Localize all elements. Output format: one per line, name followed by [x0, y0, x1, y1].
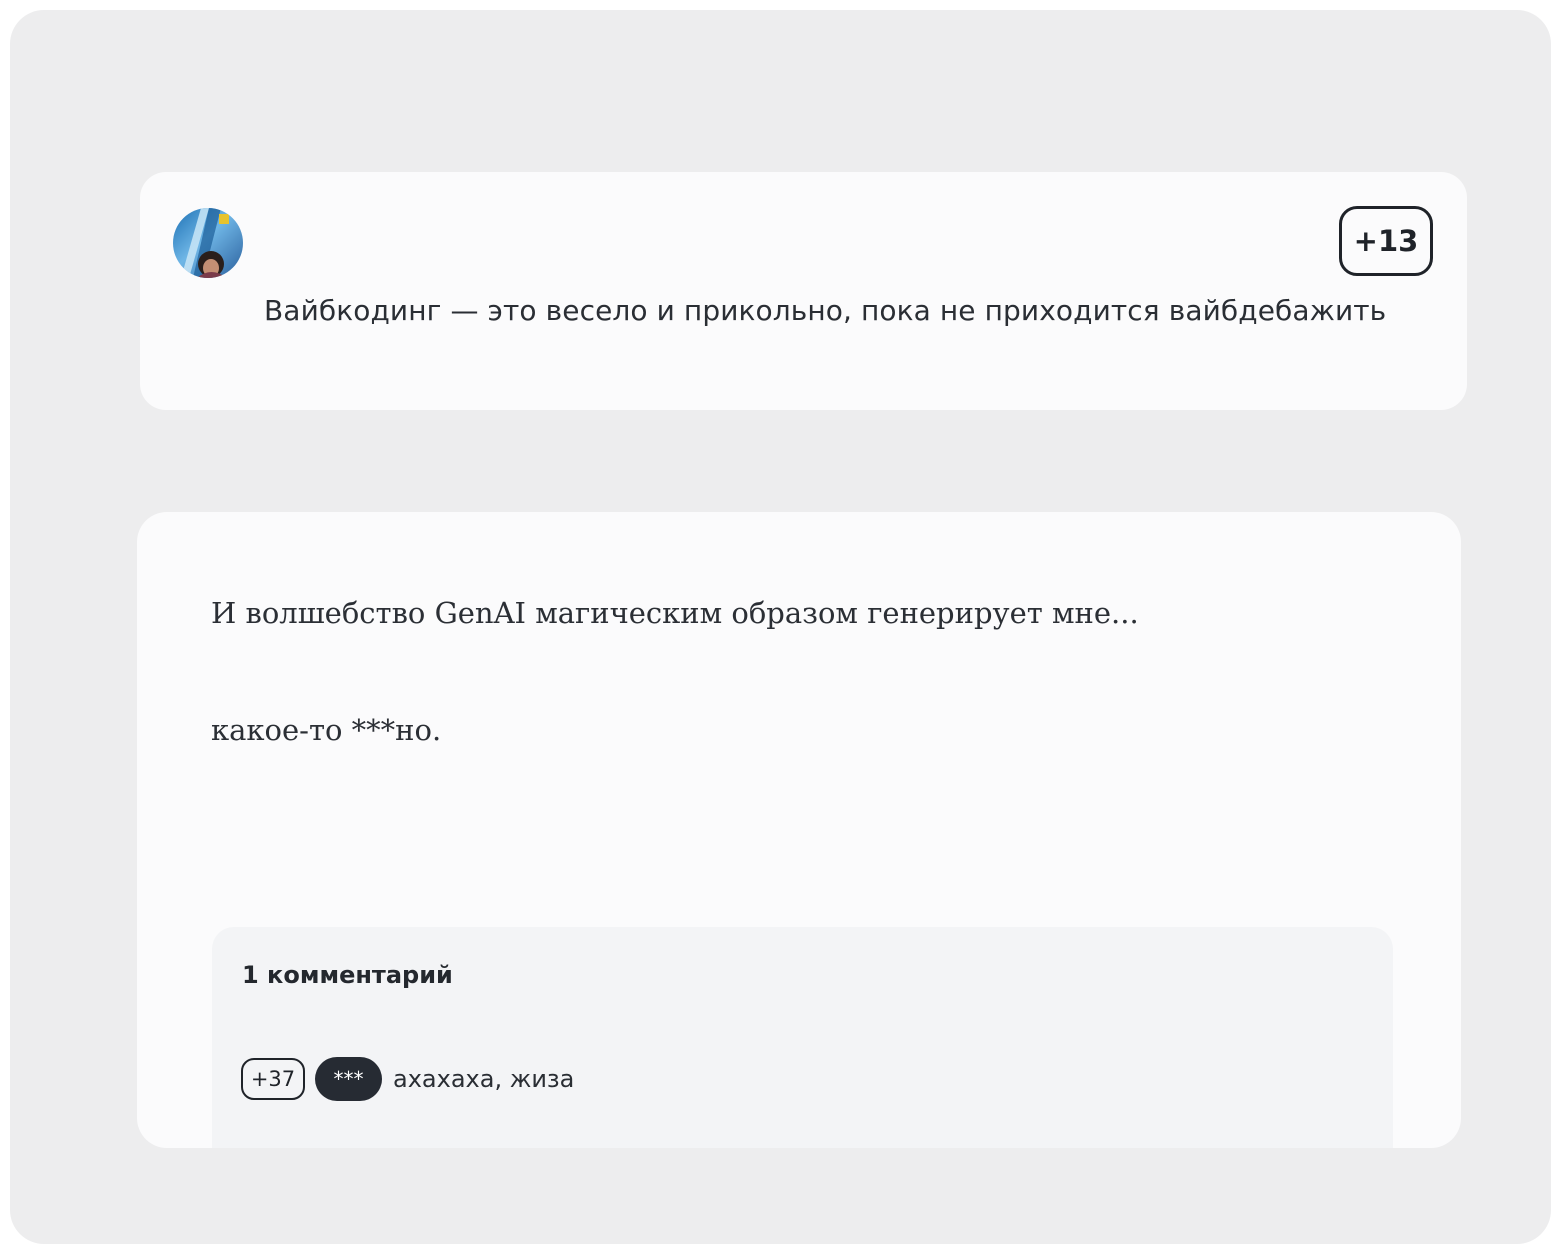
post-title: Вайбкодинг — это весело и прикольно, пок… — [264, 294, 1387, 327]
comment-author-pill[interactable]: *** — [315, 1057, 382, 1101]
post-content-card: И волшебство GenAI магическим образом ге… — [137, 512, 1461, 1148]
user-photo-icon — [173, 208, 243, 278]
post-paragraph: И волшебство GenAI магическим образом ге… — [211, 596, 1139, 630]
comment-score-badge[interactable]: +37 — [241, 1058, 305, 1100]
post-header-card: +13 Вайбкодинг — это весело и прикольно,… — [140, 172, 1467, 410]
user-avatar[interactable] — [173, 208, 243, 278]
comment-item: +37 *** ахахаха, жиза — [241, 1057, 574, 1101]
page-background: +13 Вайбкодинг — это весело и прикольно,… — [10, 10, 1551, 1244]
comment-text: ахахаха, жиза — [393, 1065, 575, 1093]
comments-count: 1 комментарий — [242, 961, 453, 989]
post-paragraph: какое-то ***но. — [211, 713, 442, 747]
comments-section: 1 комментарий +37 *** ахахаха, жиза — [212, 927, 1393, 1148]
post-score-badge[interactable]: +13 — [1339, 206, 1433, 276]
